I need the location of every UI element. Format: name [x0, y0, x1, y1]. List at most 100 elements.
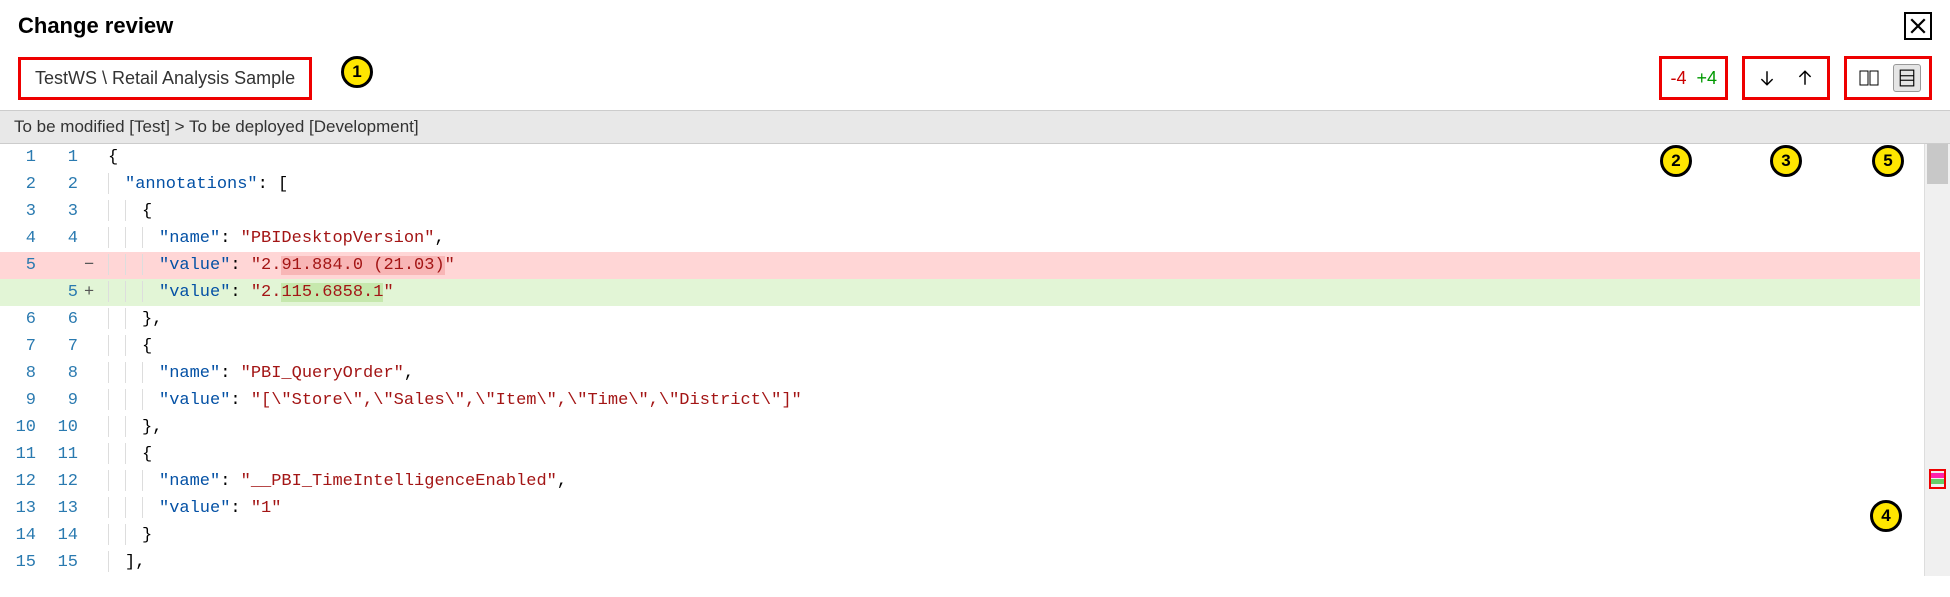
code-content: {	[102, 198, 1920, 225]
gutter-right	[42, 252, 84, 279]
gutter-left: 11	[0, 441, 42, 468]
code-content: "name": "__PBI_TimeIntelligenceEnabled",	[102, 468, 1920, 495]
gutter-sign	[84, 171, 102, 198]
diff-line[interactable]: 66},	[0, 306, 1920, 333]
side-by-side-button[interactable]	[1855, 64, 1883, 92]
diff-line[interactable]: 5 −"value": "2.91.884.0 (21.03)"	[0, 252, 1920, 279]
gutter-left: 9	[0, 387, 42, 414]
diff-line[interactable]: 44 "name": "PBIDesktopVersion",	[0, 225, 1920, 252]
gutter-sign	[84, 225, 102, 252]
code-content: "annotations": [	[102, 171, 1920, 198]
gutter-right: 13	[42, 495, 84, 522]
gutter-right: 8	[42, 360, 84, 387]
callout-2: 2	[1660, 145, 1692, 177]
inline-button[interactable]	[1893, 64, 1921, 92]
diff-line[interactable]: 1111 {	[0, 441, 1920, 468]
diff-line[interactable]: 1212 "name": "__PBI_TimeIntelligenceEnabl…	[0, 468, 1920, 495]
removed-count: -4	[1670, 68, 1686, 89]
code-content: "value": "[\"Store\",\"Sales\",\"Item\",…	[102, 387, 1920, 414]
gutter-left: 5	[0, 252, 42, 279]
code-content: "value": "1"	[102, 495, 1920, 522]
gutter-sign: +	[84, 279, 102, 306]
gutter-right: 3	[42, 198, 84, 225]
diff-subheader[interactable]: To be modified [Test] > To be deployed […	[0, 110, 1950, 144]
code-content: "value": "2.91.884.0 (21.03)"	[102, 252, 1920, 279]
diff-line[interactable]: 33 {	[0, 198, 1920, 225]
gutter-right: 10	[42, 414, 84, 441]
diff-line[interactable]: 5+"value": "2.115.6858.1"	[0, 279, 1920, 306]
gutter-left: 6	[0, 306, 42, 333]
gutter-left	[0, 279, 42, 306]
gutter-sign	[84, 549, 102, 576]
gutter-sign	[84, 414, 102, 441]
gutter-left: 3	[0, 198, 42, 225]
gutter-sign	[84, 387, 102, 414]
gutter-right: 2	[42, 171, 84, 198]
callout-5: 5	[1872, 145, 1904, 177]
code-content: }	[102, 522, 1920, 549]
close-icon	[1909, 17, 1927, 35]
callout-1: 1	[341, 56, 373, 88]
gutter-right: 15	[42, 549, 84, 576]
gutter-sign	[84, 468, 102, 495]
gutter-left: 7	[0, 333, 42, 360]
code-content: },	[102, 306, 1920, 333]
code-content: "name": "PBI_QueryOrder",	[102, 360, 1920, 387]
gutter-sign	[84, 144, 102, 171]
side-by-side-icon	[1859, 69, 1879, 87]
diff-line[interactable]: 99"value": "[\"Store\",\"Sales\",\"Item\…	[0, 387, 1920, 414]
gutter-left: 4	[0, 225, 42, 252]
vertical-scrollbar[interactable]	[1924, 144, 1950, 576]
code-content: {	[102, 441, 1920, 468]
scrollbar-thumb[interactable]	[1927, 144, 1948, 184]
inline-icon	[1899, 69, 1915, 87]
gutter-sign	[84, 360, 102, 387]
gutter-right: 14	[42, 522, 84, 549]
code-content: {	[102, 333, 1920, 360]
view-mode-group	[1844, 56, 1932, 100]
diff-line[interactable]: 1515],	[0, 549, 1920, 576]
gutter-sign	[84, 495, 102, 522]
diff-viewer[interactable]: 11{22"annotations": [33{44"name": "PBIDe…	[0, 144, 1920, 576]
gutter-sign	[84, 333, 102, 360]
diff-line[interactable]: 88 "name": "PBI_QueryOrder",	[0, 360, 1920, 387]
gutter-sign	[84, 441, 102, 468]
diff-line[interactable]: 22 "annotations": [	[0, 171, 1920, 198]
next-diff-button[interactable]	[1753, 64, 1781, 92]
page-title: Change review	[18, 13, 173, 39]
gutter-right: 4	[42, 225, 84, 252]
diff-line[interactable]: 1010},	[0, 414, 1920, 441]
diff-line[interactable]: 1313 "value": "1"	[0, 495, 1920, 522]
gutter-sign: −	[84, 252, 102, 279]
gutter-right: 5	[42, 279, 84, 306]
callout-3: 3	[1770, 145, 1802, 177]
prev-diff-button[interactable]	[1791, 64, 1819, 92]
diff-line[interactable]: 11 {	[0, 144, 1920, 171]
gutter-left: 12	[0, 468, 42, 495]
diff-line[interactable]: 77{	[0, 333, 1920, 360]
gutter-left: 13	[0, 495, 42, 522]
gutter-right: 11	[42, 441, 84, 468]
gutter-sign	[84, 198, 102, 225]
gutter-right: 6	[42, 306, 84, 333]
code-content: "name": "PBIDesktopVersion",	[102, 225, 1920, 252]
gutter-right: 1	[42, 144, 84, 171]
arrow-down-icon	[1758, 69, 1776, 87]
gutter-sign	[84, 522, 102, 549]
gutter-right: 12	[42, 468, 84, 495]
code-content: "value": "2.115.6858.1"	[102, 279, 1920, 306]
gutter-left: 8	[0, 360, 42, 387]
arrow-up-icon	[1796, 69, 1814, 87]
breadcrumb: TestWS \ Retail Analysis Sample	[18, 57, 312, 100]
gutter-left: 2	[0, 171, 42, 198]
gutter-left: 1	[0, 144, 42, 171]
gutter-left: 10	[0, 414, 42, 441]
code-content: {	[102, 144, 1920, 171]
close-button[interactable]	[1904, 12, 1932, 40]
code-content: },	[102, 414, 1920, 441]
code-content: ],	[102, 549, 1920, 576]
diff-count-group: -4 +4	[1659, 56, 1728, 100]
overview-change-marker[interactable]	[1929, 469, 1946, 489]
diff-line[interactable]: 1414}	[0, 522, 1920, 549]
gutter-left: 15	[0, 549, 42, 576]
